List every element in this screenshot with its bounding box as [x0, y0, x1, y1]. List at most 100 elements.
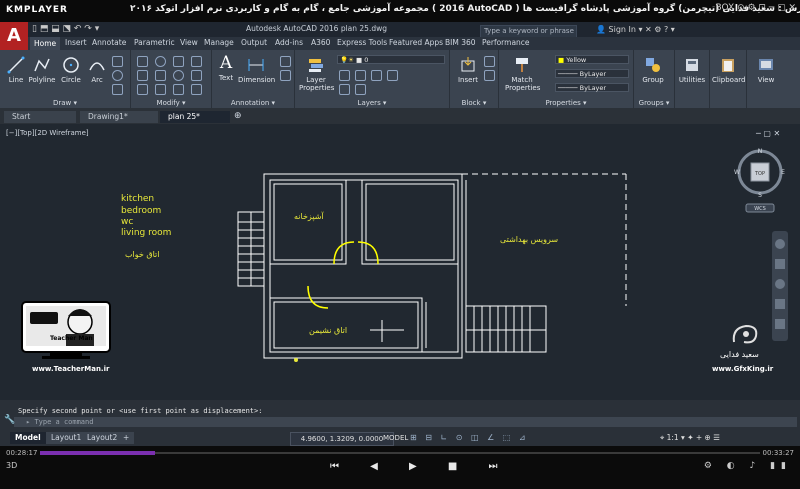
legend-bedroom[interactable]: bedroom — [121, 206, 161, 216]
draw-panel-title[interactable]: Draw ▾ — [0, 99, 130, 107]
tab-home[interactable]: Home — [30, 37, 61, 50]
group-tool[interactable]: Group — [638, 56, 668, 84]
scale-icon[interactable] — [155, 84, 166, 95]
quick-access-toolbar[interactable]: ▯ ⬒ ⬓ ⬔ ↶ ↷ ▾ — [32, 24, 99, 34]
create-block-icon[interactable] — [484, 56, 495, 67]
living-room[interactable] — [269, 297, 423, 353]
match-properties-tool[interactable]: Match Properties — [505, 56, 540, 92]
living-room-inner[interactable] — [273, 301, 419, 349]
edit-block-icon[interactable] — [484, 70, 495, 81]
offset-icon[interactable] — [191, 84, 202, 95]
layer-lock-icon[interactable] — [387, 70, 398, 81]
inner-wall[interactable] — [269, 179, 459, 353]
viewport-window-controls[interactable]: ─ ▢ ✕ — [756, 129, 780, 138]
layer-match-icon[interactable] — [355, 84, 366, 95]
sign-in-button[interactable]: 👤 Sign In ▾ ✕ ⚙ ? ▾ — [596, 25, 675, 34]
tab-bim-360[interactable]: BIM 360 — [445, 38, 476, 47]
circle-tool[interactable]: Circle — [60, 56, 82, 84]
tab-featured-apps[interactable]: Featured Apps — [389, 38, 443, 47]
legend-bedroom-fa[interactable]: اتاق خواب — [125, 250, 159, 259]
erase-icon[interactable] — [191, 56, 202, 67]
leader-icon[interactable] — [280, 56, 291, 67]
utilities-tool[interactable]: Utilities — [677, 56, 707, 84]
player-window-controls[interactable]: BOX ⊙ ⚙ ⊡ ─ ▢ ✕ — [716, 3, 796, 13]
floor-plan[interactable] — [230, 170, 640, 370]
outer-wall[interactable] — [263, 173, 463, 359]
living-door-arc[interactable] — [307, 285, 329, 309]
table-icon[interactable] — [280, 70, 291, 81]
command-input[interactable]: ▸ Type a command — [14, 417, 797, 427]
legend-wc[interactable]: wc — [121, 217, 133, 227]
doc-tab-plan25[interactable]: plan 25* — [160, 111, 230, 123]
fillet-icon[interactable] — [173, 70, 184, 81]
legend-kitchen[interactable]: kitchen — [121, 194, 154, 204]
block-panel-title[interactable]: Block ▾ — [450, 99, 498, 107]
player-extra-buttons[interactable]: ⚙ ◐ ♪ ▮▮ — [704, 461, 792, 471]
move-icon[interactable] — [137, 56, 148, 67]
arc-tool[interactable]: Arc — [88, 56, 106, 84]
tab-performance[interactable]: Performance — [482, 38, 530, 47]
layout-tab-layout1[interactable]: Layout1 — [46, 432, 87, 444]
doc-tab-drawing1[interactable]: Drawing1* — [80, 111, 158, 123]
tab-add-ins[interactable]: Add-ins — [275, 38, 303, 47]
pan-icon[interactable] — [775, 259, 785, 269]
polyline-tool[interactable]: Polyline — [28, 56, 56, 84]
new-tab-icon[interactable]: ⊕ — [234, 111, 242, 121]
mirror-icon[interactable] — [155, 70, 166, 81]
kitchen-room[interactable] — [269, 179, 347, 265]
view-tool[interactable]: View — [753, 56, 779, 84]
application-menu-button[interactable]: A — [0, 22, 28, 50]
doc-tab-start[interactable]: Start — [4, 111, 76, 123]
orbit-icon[interactable] — [775, 299, 785, 309]
player-3d-toggle[interactable]: 3D — [6, 461, 17, 470]
stretch-icon[interactable] — [137, 84, 148, 95]
insert-tool[interactable]: Insert — [456, 56, 480, 84]
middle-room-inner[interactable] — [365, 183, 455, 261]
room-label-living[interactable]: اتاق نشیمن — [309, 326, 347, 335]
legend-living-room[interactable]: living room — [121, 228, 171, 238]
layer-dropdown[interactable]: 💡☀ ■ 0 — [337, 55, 445, 64]
tab-insert[interactable]: Insert — [65, 38, 87, 47]
array-icon[interactable] — [173, 84, 184, 95]
new-layout-button[interactable]: + — [118, 432, 135, 444]
layer-properties-tool[interactable]: Layer Properties — [299, 56, 334, 92]
seek-progress[interactable] — [40, 451, 156, 455]
layer-current-icon[interactable] — [339, 84, 350, 95]
text-tool[interactable]: A Text — [216, 54, 236, 82]
annotation-panel-title[interactable]: Annotation ▾ — [212, 99, 294, 107]
tab-a360[interactable]: A360 — [311, 38, 330, 47]
tab-express-tools[interactable]: Express Tools — [337, 38, 387, 47]
layout-tab-layout2[interactable]: Layout2 — [82, 432, 123, 444]
properties-panel-title[interactable]: Properties ▾ — [499, 99, 633, 107]
layer-freeze-icon[interactable] — [371, 70, 382, 81]
rectangle-icon[interactable] — [112, 56, 123, 67]
wrench-icon[interactable]: 🔧 — [4, 415, 15, 425]
lineweight-dropdown[interactable]: ───── ByLayer — [555, 83, 629, 92]
tab-manage[interactable]: Manage — [204, 38, 234, 47]
hatch-icon[interactable] — [112, 84, 123, 95]
steering-wheel-icon[interactable] — [775, 239, 785, 249]
line-tool[interactable]: Line — [6, 56, 26, 84]
room-label-kitchen[interactable]: آشپزخانه — [294, 212, 324, 221]
color-dropdown[interactable]: ■ Yellow — [555, 55, 629, 64]
modify-panel-title[interactable]: Modify ▾ — [131, 99, 211, 107]
zoom-icon[interactable] — [775, 279, 785, 289]
tab-view[interactable]: View — [180, 38, 198, 47]
layout-tab-model[interactable]: Model — [10, 432, 46, 444]
model-space-button[interactable]: MODEL — [380, 432, 411, 445]
trim-icon[interactable] — [173, 56, 184, 67]
copy-icon[interactable] — [137, 70, 148, 81]
linetype-dropdown[interactable]: ───── ByLayer — [555, 69, 629, 78]
drafting-settings-toggles[interactable]: ⊞ ⊟ ∟ ⊙ ◫ ∠ ⬚ ⊿ — [410, 433, 529, 442]
groups-panel-title[interactable]: Groups ▾ — [634, 99, 674, 107]
dimension-tool[interactable]: Dimension — [238, 56, 275, 84]
ellipse-icon[interactable] — [112, 70, 123, 81]
viewport-controls[interactable]: [−][Top][2D Wireframe] — [6, 129, 89, 137]
clipboard-tool[interactable]: Clipboard — [712, 56, 745, 84]
kitchen-door-arc[interactable] — [333, 241, 355, 265]
explode-icon[interactable] — [191, 70, 202, 81]
tab-output[interactable]: Output — [241, 38, 267, 47]
layers-panel-title[interactable]: Layers ▾ — [295, 99, 449, 107]
layer-off-icon[interactable] — [339, 70, 350, 81]
tab-annotate[interactable]: Annotate — [92, 38, 126, 47]
